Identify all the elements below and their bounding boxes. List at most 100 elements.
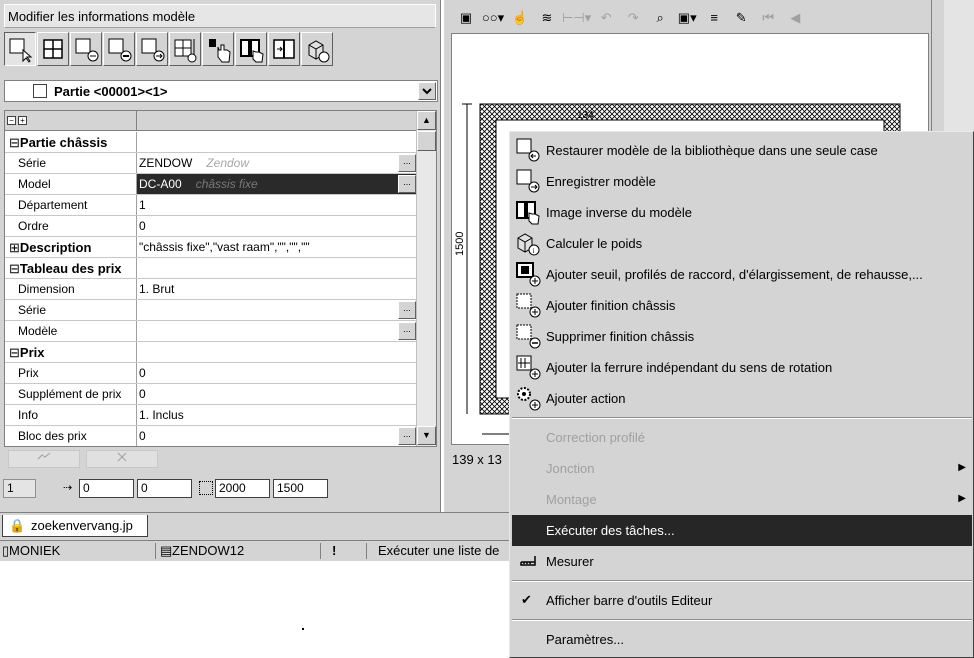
collapse-all-icon[interactable]: − bbox=[7, 116, 16, 125]
part-selector-value: Partie <00001><1> bbox=[54, 84, 168, 99]
prop-row-ordre[interactable]: Ordre 0 bbox=[5, 216, 416, 237]
tab-document[interactable]: 🔒 zoekenvervang.jp bbox=[2, 515, 148, 537]
menu-add-hardware[interactable]: Ajouter la ferrure indépendant du sens d… bbox=[512, 352, 972, 383]
menu-save-model[interactable]: Enregistrer modèle bbox=[512, 166, 972, 197]
zoom-icon[interactable]: ⌕ bbox=[648, 7, 672, 29]
section-prix[interactable]: ⊟Prix bbox=[5, 342, 416, 363]
prop-row-serie-prix[interactable]: Série ... bbox=[5, 300, 416, 321]
menu-remove-finish[interactable]: Supprimer finition châssis bbox=[512, 321, 972, 352]
hand-tool-button[interactable] bbox=[202, 32, 234, 66]
offset-icon: ⇢ bbox=[63, 482, 73, 494]
prop-row-info[interactable]: Info 1. Inclus bbox=[5, 405, 416, 426]
split-icon bbox=[273, 39, 295, 59]
save-model-button[interactable] bbox=[136, 32, 168, 66]
section-partie-chassis[interactable]: ⊟Partie châssis bbox=[5, 132, 416, 153]
menu-parameters[interactable]: Paramètres... bbox=[512, 624, 972, 655]
split-button[interactable] bbox=[268, 32, 300, 66]
prev-icon[interactable]: ◀ bbox=[783, 7, 807, 29]
section-tableau-des-prix[interactable]: ⊟Tableau des prix bbox=[5, 258, 416, 279]
browse-button[interactable]: ... bbox=[398, 322, 416, 340]
menu-mirror-model[interactable]: Image inverse du modèle bbox=[512, 197, 972, 228]
prop-row-bloc-des-prix[interactable]: Bloc des prix 0... bbox=[5, 426, 416, 446]
mirror-icon bbox=[240, 39, 264, 63]
status-database: ZENDOW12 bbox=[172, 543, 245, 558]
prop-row-modele[interactable]: Modèle ... bbox=[5, 321, 416, 342]
frame-icon[interactable]: ▣ bbox=[454, 7, 478, 29]
scroll-up-icon[interactable]: ▲ bbox=[417, 111, 436, 130]
fit-icon[interactable]: ▣▾ bbox=[675, 7, 699, 29]
prop-row-prix[interactable]: Prix 0 bbox=[5, 363, 416, 384]
canvas-size-label: 139 x 13 bbox=[452, 452, 502, 467]
measure-icon bbox=[520, 556, 536, 566]
grid-button[interactable] bbox=[37, 32, 69, 66]
menu-calculate-weight[interactable]: i Calculer le poids bbox=[512, 228, 972, 259]
scroll-thumb[interactable] bbox=[417, 131, 436, 151]
offset-y-input[interactable]: 0 bbox=[137, 479, 192, 498]
prop-row-serie[interactable]: Série ZENDOW Zendow... bbox=[5, 153, 416, 174]
prop-row-dimension[interactable]: Dimension 1. Brut bbox=[5, 279, 416, 300]
menu-mounting[interactable]: Montage ▶ bbox=[512, 484, 972, 515]
property-grid: − + ⊟Partie châssis Série ZENDOW Zendow..… bbox=[4, 110, 437, 447]
offset-x-input[interactable]: 0 bbox=[79, 479, 134, 498]
check-icon: ✔ bbox=[521, 592, 532, 607]
menu-junction[interactable]: Jonction ▶ bbox=[512, 453, 972, 484]
scroll-down-icon[interactable]: ▼ bbox=[417, 426, 436, 445]
menu-restore-model[interactable]: Restaurer modèle de la bibliothèque dans… bbox=[512, 135, 972, 166]
editor-toolbar: ▣ ○○▾ ☝ ≋ ⊢⊣▾ ↶ ↷ ⌕ ▣▾ ≡ ✎ ⏮ ◀ bbox=[450, 5, 928, 31]
weight-button[interactable] bbox=[301, 32, 333, 66]
menu-measure[interactable]: Mesurer bbox=[512, 546, 972, 577]
remove-model-icon bbox=[108, 38, 132, 62]
section-description[interactable]: ⊞Description "châssis fixe","vast raam",… bbox=[5, 237, 416, 258]
chevron-down-icon[interactable] bbox=[418, 82, 436, 100]
remove-model-button[interactable] bbox=[103, 32, 135, 66]
expand-all-icon[interactable]: + bbox=[18, 116, 27, 125]
redo-icon[interactable]: ↷ bbox=[621, 7, 645, 29]
apply-button[interactable] bbox=[8, 450, 80, 468]
database-icon: ▤ bbox=[160, 543, 173, 558]
mirror-button[interactable] bbox=[235, 32, 267, 66]
add-finish-icon bbox=[516, 293, 541, 318]
browse-button[interactable]: ... bbox=[398, 427, 416, 445]
restore-model-icon bbox=[75, 38, 99, 62]
browse-button[interactable]: ... bbox=[398, 175, 416, 193]
menu-execute-tasks[interactable]: Exécuter des tâches... bbox=[512, 515, 972, 546]
browse-button[interactable]: ... bbox=[398, 301, 416, 319]
glasses-icon[interactable]: ○○▾ bbox=[481, 7, 505, 29]
part-checkbox[interactable] bbox=[33, 84, 47, 98]
menu-add-action[interactable]: Ajouter action bbox=[512, 383, 972, 414]
cancel-button[interactable] bbox=[86, 450, 158, 468]
lock-icon: 🔒 bbox=[9, 518, 26, 533]
prop-row-departement[interactable]: Département 1 bbox=[5, 195, 416, 216]
prop-row-supplement[interactable]: Supplément de prix 0 bbox=[5, 384, 416, 405]
grid-scrollbar[interactable]: ▲ ▼ bbox=[416, 111, 436, 446]
menu-add-profile[interactable]: Ajouter seuil, profilés de raccord, d'él… bbox=[512, 259, 972, 290]
field-one[interactable]: 1 bbox=[3, 479, 36, 498]
first-icon[interactable]: ⏮ bbox=[756, 7, 780, 29]
select-part-button[interactable] bbox=[4, 32, 36, 66]
dimension-info-button[interactable] bbox=[169, 32, 201, 66]
panel-title: Modifier les informations modèle bbox=[4, 4, 436, 28]
align-icon[interactable]: ≡ bbox=[702, 7, 726, 29]
prop-row-model[interactable]: Model DC-A00 châssis fixe... bbox=[5, 174, 416, 195]
dimension-top-label: 134 bbox=[577, 110, 594, 121]
part-selector[interactable]: Partie <00001><1> bbox=[4, 80, 438, 102]
layers-icon[interactable]: ≋ bbox=[535, 7, 559, 29]
browse-button[interactable]: ... bbox=[398, 154, 416, 172]
height-input[interactable]: 1500 bbox=[273, 479, 328, 498]
context-menu: Restaurer modèle de la bibliothèque dans… bbox=[509, 131, 974, 658]
dimension-left-label: 1500 bbox=[454, 231, 466, 256]
menu-profile-correction[interactable]: Correction profilé bbox=[512, 422, 972, 453]
check-icon bbox=[37, 452, 51, 460]
pointer-icon[interactable]: ☝ bbox=[508, 7, 532, 29]
select-part-icon bbox=[9, 38, 33, 63]
model-toolbar bbox=[4, 32, 333, 68]
edit-icon[interactable]: ✎ bbox=[729, 7, 753, 29]
undo-icon[interactable]: ↶ bbox=[594, 7, 618, 29]
menu-show-editor-toolbar[interactable]: ✔ Afficher barre d'outils Editeur bbox=[512, 585, 972, 616]
width-input[interactable]: 2000 bbox=[215, 479, 270, 498]
size-icon bbox=[199, 481, 213, 495]
menu-add-finish[interactable]: Ajouter finition châssis bbox=[512, 290, 972, 321]
restore-model-button[interactable] bbox=[70, 32, 102, 66]
save-model-icon bbox=[516, 169, 540, 193]
dimension-icon[interactable]: ⊢⊣▾ bbox=[562, 7, 591, 29]
